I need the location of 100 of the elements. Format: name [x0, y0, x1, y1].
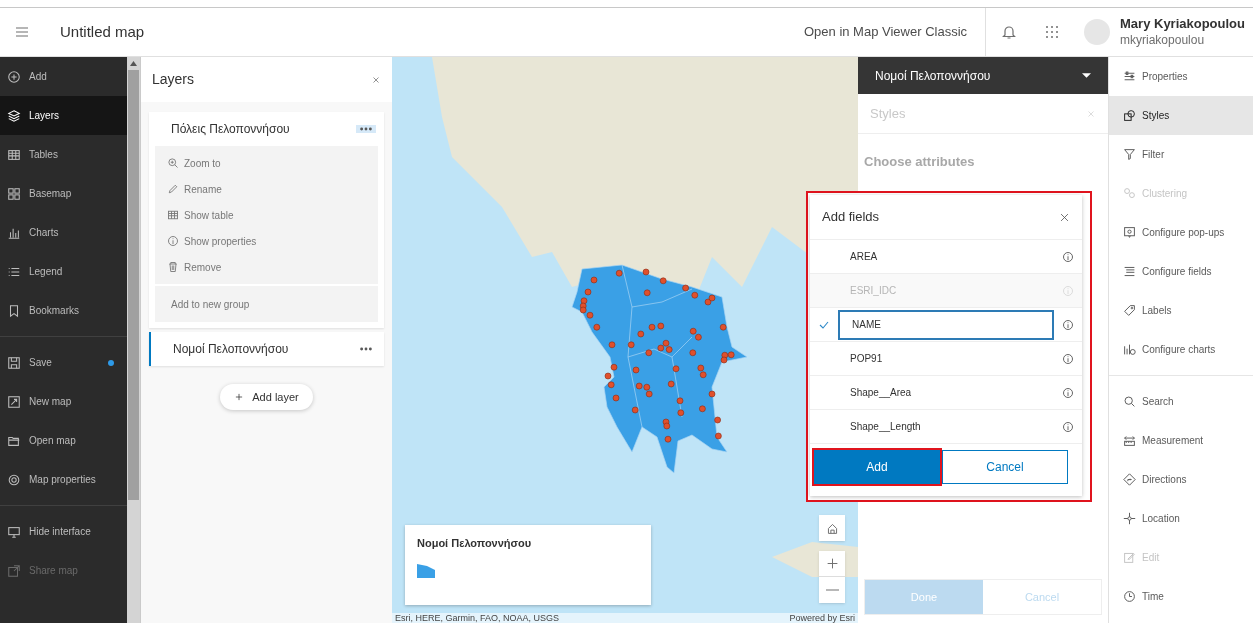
tool-item[interactable]: Location — [1109, 499, 1253, 538]
info-icon — [1062, 386, 1074, 399]
nav-item[interactable]: Open map — [0, 421, 127, 460]
grid-icon — [1045, 25, 1060, 39]
fields-icon — [1123, 265, 1136, 278]
user-name: Mary Kyriakopoulou — [1120, 16, 1245, 32]
nav-item[interactable]: Map properties — [0, 460, 127, 499]
layer-dropdown[interactable]: Νομοί Πελοποννήσου — [858, 57, 1108, 94]
menu-item[interactable]: Zoom to — [155, 150, 378, 176]
polygon-swatch-icon — [417, 563, 435, 578]
add-layer-button[interactable]: Add layer — [220, 384, 313, 410]
close-button[interactable] — [371, 74, 381, 85]
scrollbar-thumb[interactable] — [128, 70, 139, 500]
close-icon — [1059, 211, 1070, 223]
tool-item[interactable]: Time — [1109, 577, 1253, 616]
share-icon — [7, 563, 21, 578]
attribution-text: Esri, HERE, Garmin, FAO, NOAA, USGS — [395, 613, 560, 623]
section-heading: Choose attributes — [863, 153, 976, 171]
tool-item[interactable]: Directions — [1109, 460, 1253, 499]
field-option[interactable]: Shape__Area — [838, 377, 1054, 408]
grid-icon — [7, 186, 21, 201]
save-icon — [7, 355, 21, 370]
tool-item[interactable]: Configure fields — [1109, 252, 1253, 291]
close-icon — [371, 74, 381, 85]
tool-item[interactable]: Properties — [1109, 57, 1253, 96]
scroll-up-icon — [130, 61, 137, 66]
user-id: mkyriakopoulou — [1120, 32, 1206, 48]
menu-icon — [14, 24, 30, 40]
edit-icon — [1123, 551, 1136, 564]
clock-icon — [1123, 590, 1136, 603]
dialog-title: Add fields — [822, 208, 880, 227]
crosshair-icon — [1123, 512, 1136, 525]
field-option[interactable]: NAME — [838, 309, 1054, 340]
close-icon — [1086, 108, 1096, 119]
tool-item[interactable]: Measurement — [1109, 421, 1253, 460]
menu-item[interactable]: Rename — [155, 176, 378, 202]
tool-item[interactable]: Search — [1109, 382, 1253, 421]
menu-item[interactable]: Add to new group — [155, 286, 378, 322]
nav-item[interactable]: Save — [0, 343, 127, 382]
new-map-icon — [7, 394, 21, 409]
menu-item[interactable]: Show properties — [155, 228, 378, 254]
field-option[interactable]: Shape__Length — [838, 411, 1054, 442]
field-option[interactable]: AREA — [838, 241, 1054, 272]
tool-item[interactable]: Configure pop-ups — [1109, 213, 1253, 252]
layer-name: Νομοί Πελοποννήσου — [173, 341, 289, 358]
shapes-icon — [1123, 109, 1136, 122]
add-icon — [7, 69, 21, 84]
nav-item[interactable]: Hide interface — [0, 512, 127, 551]
popup-icon — [1123, 226, 1136, 239]
home-icon — [825, 521, 839, 535]
info-icon — [1062, 420, 1074, 433]
nav-item[interactable]: New map — [0, 382, 127, 421]
field-option[interactable]: POP91 — [838, 343, 1054, 374]
tool-item[interactable]: Styles — [1109, 96, 1253, 135]
diamond-icon — [1123, 473, 1136, 486]
home-button[interactable] — [819, 515, 845, 541]
zoom-in-icon — [167, 157, 179, 169]
nav-item[interactable]: Tables — [0, 135, 127, 174]
nav-item[interactable]: Basemap — [0, 174, 127, 213]
close-button[interactable] — [1059, 211, 1070, 223]
trash-icon — [167, 261, 179, 273]
more-button[interactable] — [356, 125, 376, 133]
plus-icon — [825, 557, 839, 570]
tool-item[interactable]: Filter — [1109, 135, 1253, 174]
cluster-icon — [1123, 187, 1136, 200]
ellipsis-icon — [359, 125, 373, 133]
menu-item[interactable]: Show table — [155, 202, 378, 228]
layer-card[interactable]: Πόλεις Πελοποννήσου Zoom to Rename Show table Show properties Remove Add to new group — [149, 112, 384, 328]
info-icon — [1062, 352, 1074, 365]
chart-icon — [1123, 343, 1136, 356]
table-icon — [7, 147, 21, 162]
nav-item[interactable]: Layers — [0, 96, 127, 135]
tag-icon — [1123, 304, 1136, 317]
map-title: Untitled map — [60, 21, 145, 42]
info-icon — [1062, 318, 1074, 331]
layers-icon — [7, 108, 21, 123]
minus-icon — [825, 589, 839, 591]
ellipsis-icon — [359, 345, 373, 353]
caret-icon — [1082, 73, 1091, 78]
info-icon — [1062, 250, 1074, 263]
cancel-button[interactable]: Cancel — [942, 450, 1068, 484]
nav-item[interactable]: Add — [0, 57, 127, 96]
bell-icon — [1001, 24, 1018, 40]
layer-name: Πόλεις Πελοποννήσου — [171, 121, 290, 138]
search-icon — [1123, 395, 1136, 408]
plus-icon — [234, 392, 245, 402]
tool-item[interactable]: Configure charts — [1109, 330, 1253, 369]
nav-item[interactable]: Charts — [0, 213, 127, 252]
powered-by-text: Powered by Esri — [789, 613, 855, 623]
nav-item[interactable]: Legend — [0, 252, 127, 291]
classic-viewer-link[interactable]: Open in Map Viewer Classic — [803, 22, 968, 42]
monitor-icon — [7, 524, 21, 539]
info-icon — [167, 235, 179, 247]
layer-card[interactable]: Νομοί Πελοποννήσου — [149, 332, 384, 366]
table-icon — [167, 209, 179, 221]
add-button[interactable]: Add — [814, 450, 940, 484]
tool-item[interactable]: Labels — [1109, 291, 1253, 330]
nav-item[interactable]: Bookmarks — [0, 291, 127, 330]
menu-item[interactable]: Remove — [155, 254, 378, 280]
bookmark-icon — [7, 303, 21, 318]
